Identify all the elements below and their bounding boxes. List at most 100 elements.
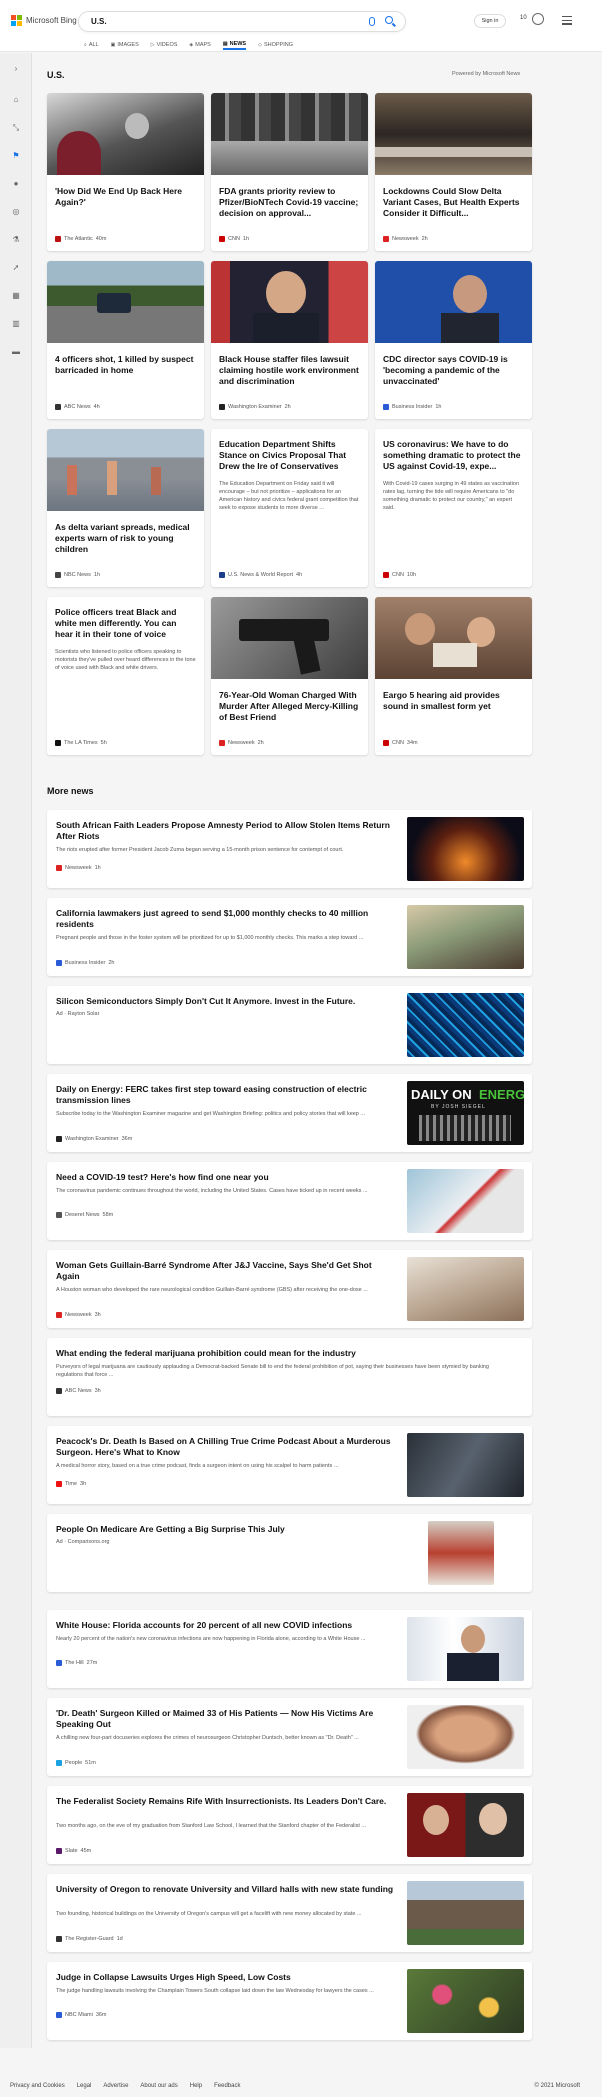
news-list-item[interactable]: White House: Florida accounts for 20 per… <box>47 1610 532 1688</box>
news-card[interactable]: 'How Did We End Up Back Here Again?' The… <box>47 93 204 251</box>
film-icon[interactable]: ▦ <box>11 291 21 301</box>
news-title[interactable]: The Federalist Society Remains Rife With… <box>56 1796 396 1807</box>
card-title[interactable]: Black House staffer files lawsuit claimi… <box>219 354 360 387</box>
news-list-item[interactable]: Woman Gets Guillain-Barré Syndrome After… <box>47 1250 532 1328</box>
card-source: The Atlantic 40m <box>55 236 106 242</box>
time-ago: 45m <box>80 1848 92 1854</box>
news-title[interactable]: Woman Gets Guillain-Barré Syndrome After… <box>56 1260 396 1282</box>
news-card[interactable]: As delta variant spreads, medical expert… <box>47 429 204 587</box>
news-title[interactable]: White House: Florida accounts for 20 per… <box>56 1620 396 1631</box>
shopping-icon: ◇ <box>258 42 262 48</box>
news-list-item[interactable]: 'Dr. Death' Surgeon Killed or Maimed 33 … <box>47 1698 532 1776</box>
footer-link-privacy[interactable]: Privacy and Cookies <box>10 2083 65 2089</box>
time-ago: 1h <box>93 572 101 578</box>
news-title[interactable]: What ending the federal marijuana prohib… <box>56 1348 396 1359</box>
news-title[interactable]: People On Medicare Are Getting a Big Sur… <box>56 1524 396 1535</box>
news-list-item[interactable]: Daily on Energy: FERC takes first step t… <box>47 1074 532 1152</box>
news-list-item[interactable]: Silicon Semiconductors Simply Don't Cut … <box>47 986 532 1064</box>
news-card[interactable]: Education Department Shifts Stance on Ci… <box>211 429 368 587</box>
tab-shopping[interactable]: ◇ SHOPPING <box>258 40 293 50</box>
news-card[interactable]: US coronavirus: We have to do something … <box>375 429 532 587</box>
news-title[interactable]: Silicon Semiconductors Simply Don't Cut … <box>56 996 396 1007</box>
tab-news[interactable]: ▤ NEWS <box>222 40 247 50</box>
news-card[interactable]: CDC director says COVID-19 is 'becoming … <box>375 261 532 419</box>
news-title[interactable]: Need a COVID-19 test? Here's how find on… <box>56 1172 396 1183</box>
rewards-trophy-icon[interactable] <box>532 13 544 25</box>
news-title[interactable]: University of Oregon to renovate Univers… <box>56 1884 396 1895</box>
footer-link-feedback[interactable]: Feedback <box>214 2083 240 2089</box>
footer-link-advertise[interactable]: Advertise <box>103 2083 128 2089</box>
footer-link-about-ads[interactable]: About our ads <box>140 2083 177 2089</box>
hamburger-menu-icon[interactable] <box>562 16 572 27</box>
sign-in-button[interactable]: Sign in <box>474 14 506 28</box>
source-name: The Register-Guard <box>65 1936 114 1942</box>
tab-label: ALL <box>88 42 99 48</box>
search-icon[interactable] <box>385 16 393 24</box>
bing-logo[interactable]: Microsoft Bing <box>11 15 77 26</box>
time-ago: 58m <box>102 1212 114 1218</box>
news-list-item[interactable]: People On Medicare Are Getting a Big Sur… <box>47 1514 532 1592</box>
news-list-item[interactable]: Peacock's Dr. Death Is Based on A Chilli… <box>47 1426 532 1504</box>
news-title[interactable]: California lawmakers just agreed to send… <box>56 908 396 930</box>
microphone-icon[interactable] <box>369 17 375 26</box>
card-title[interactable]: CDC director says COVID-19 is 'becoming … <box>383 354 524 387</box>
rewards-points[interactable]: 10 <box>520 15 527 21</box>
card-title[interactable]: Education Department Shifts Stance on Ci… <box>219 439 360 472</box>
news-list-item[interactable]: South African Faith Leaders Propose Amne… <box>47 810 532 888</box>
card-title[interactable]: US coronavirus: We have to do something … <box>383 439 524 472</box>
footer-link-legal[interactable]: Legal <box>77 2083 92 2089</box>
location-icon[interactable]: ● <box>11 179 21 189</box>
news-title[interactable]: 'Dr. Death' Surgeon Killed or Maimed 33 … <box>56 1708 396 1730</box>
rocket-icon[interactable]: ➚ <box>11 263 21 273</box>
business-icon[interactable]: ▥ <box>11 319 21 329</box>
news-card[interactable]: Police officers treat Black and white me… <box>47 597 204 755</box>
card-title[interactable]: Eargo 5 hearing aid provides sound in sm… <box>383 690 524 712</box>
card-title[interactable]: 4 officers shot, 1 killed by suspect bar… <box>55 354 196 376</box>
news-sidebar: › ⌂ ⤡ ⚑ ● ◎ ⚗ ➚ ▦ ▥ ▬ <box>0 53 32 2048</box>
news-title[interactable]: Judge in Collapse Lawsuits Urges High Sp… <box>56 1972 396 1983</box>
news-list-item[interactable]: California lawmakers just agreed to send… <box>47 898 532 976</box>
news-list-item[interactable]: Judge in Collapse Lawsuits Urges High Sp… <box>47 1962 532 2040</box>
source-name: The LA Times <box>64 740 98 746</box>
expand-arrow-icon[interactable]: › <box>11 64 21 74</box>
search-box[interactable]: U.S. <box>78 11 406 32</box>
source-name: ABC News <box>64 404 91 410</box>
source-name: CNN <box>228 236 240 242</box>
tab-label: IMAGES <box>117 42 139 48</box>
home-icon[interactable]: ⌂ <box>11 95 21 105</box>
news-source: Deseret News 58m <box>56 1212 113 1218</box>
news-list-item[interactable]: University of Oregon to renovate Univers… <box>47 1874 532 1952</box>
wallet-icon[interactable]: ▬ <box>11 347 21 357</box>
news-list-item[interactable]: Need a COVID-19 test? Here's how find on… <box>47 1162 532 1240</box>
news-card[interactable]: Lockdowns Could Slow Delta Variant Cases… <box>375 93 532 251</box>
card-title[interactable]: FDA grants priority review to Pfizer/Bio… <box>219 186 360 219</box>
news-card[interactable]: FDA grants priority review to Pfizer/Bio… <box>211 93 368 251</box>
card-title[interactable]: As delta variant spreads, medical expert… <box>55 522 196 555</box>
tab-all[interactable]: ⌕ ALL <box>84 40 99 50</box>
card-image <box>211 93 368 175</box>
news-card[interactable]: Black House staffer files lawsuit claimi… <box>211 261 368 419</box>
tab-images[interactable]: ▣ IMAGES <box>111 40 139 50</box>
card-title[interactable]: Police officers treat Black and white me… <box>55 607 196 640</box>
card-title[interactable]: 76-Year-Old Woman Charged With Murder Af… <box>219 690 360 723</box>
news-card[interactable]: 4 officers shot, 1 killed by suspect bar… <box>47 261 204 419</box>
tab-videos[interactable]: ▷ VIDEOS <box>151 40 178 50</box>
flag-icon[interactable]: ⚑ <box>11 151 21 161</box>
globe-icon[interactable]: ◎ <box>11 207 21 217</box>
news-list-item[interactable]: What ending the federal marijuana prohib… <box>47 1338 532 1416</box>
card-title[interactable]: 'How Did We End Up Back Here Again?' <box>55 186 196 208</box>
card-title[interactable]: Lockdowns Could Slow Delta Variant Cases… <box>383 186 524 219</box>
news-card[interactable]: Eargo 5 hearing aid provides sound in sm… <box>375 597 532 755</box>
news-list-item[interactable]: The Federalist Society Remains Rife With… <box>47 1786 532 1864</box>
tab-maps[interactable]: ◈ MAPS <box>189 40 210 50</box>
search-input[interactable]: U.S. <box>91 17 107 26</box>
news-title[interactable]: Peacock's Dr. Death Is Based on A Chilli… <box>56 1436 396 1458</box>
news-snippet: The coronavirus pandemic continues throu… <box>56 1188 368 1194</box>
science-icon[interactable]: ⚗ <box>11 235 21 245</box>
time-ago: 3h <box>80 1481 87 1487</box>
footer-link-help[interactable]: Help <box>190 2083 202 2089</box>
news-card[interactable]: 76-Year-Old Woman Charged With Murder Af… <box>211 597 368 755</box>
trending-icon[interactable]: ⤡ <box>11 123 21 133</box>
news-title[interactable]: South African Faith Leaders Propose Amne… <box>56 820 396 842</box>
news-title[interactable]: Daily on Energy: FERC takes first step t… <box>56 1084 396 1106</box>
